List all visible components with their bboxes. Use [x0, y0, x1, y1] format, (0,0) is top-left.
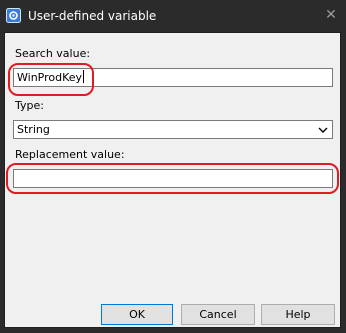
search-value-label: Search value:: [15, 47, 91, 60]
title-bar: User-defined variable ✕: [0, 0, 346, 32]
replacement-value-input[interactable]: [13, 169, 333, 188]
search-value-input[interactable]: WinProdKey: [13, 68, 333, 87]
window-title: User-defined variable: [28, 9, 157, 23]
search-value-text: WinProdKey: [17, 71, 83, 84]
cancel-button[interactable]: Cancel: [181, 304, 255, 325]
app-icon: [6, 8, 21, 23]
help-button[interactable]: Help: [261, 304, 335, 325]
type-selected-value: String: [17, 123, 50, 136]
type-label: Type:: [15, 99, 44, 112]
text-caret: [83, 70, 85, 83]
chevron-down-icon: [318, 127, 328, 133]
close-icon[interactable]: ✕: [316, 0, 346, 30]
ok-button[interactable]: OK: [101, 304, 173, 325]
dialog-body: Search value: WinProdKey Type: String Re…: [4, 32, 341, 328]
type-select[interactable]: String: [13, 120, 333, 139]
dialog-window: User-defined variable ✕ Search value: Wi…: [0, 0, 346, 333]
replacement-value-label: Replacement value:: [15, 148, 125, 161]
